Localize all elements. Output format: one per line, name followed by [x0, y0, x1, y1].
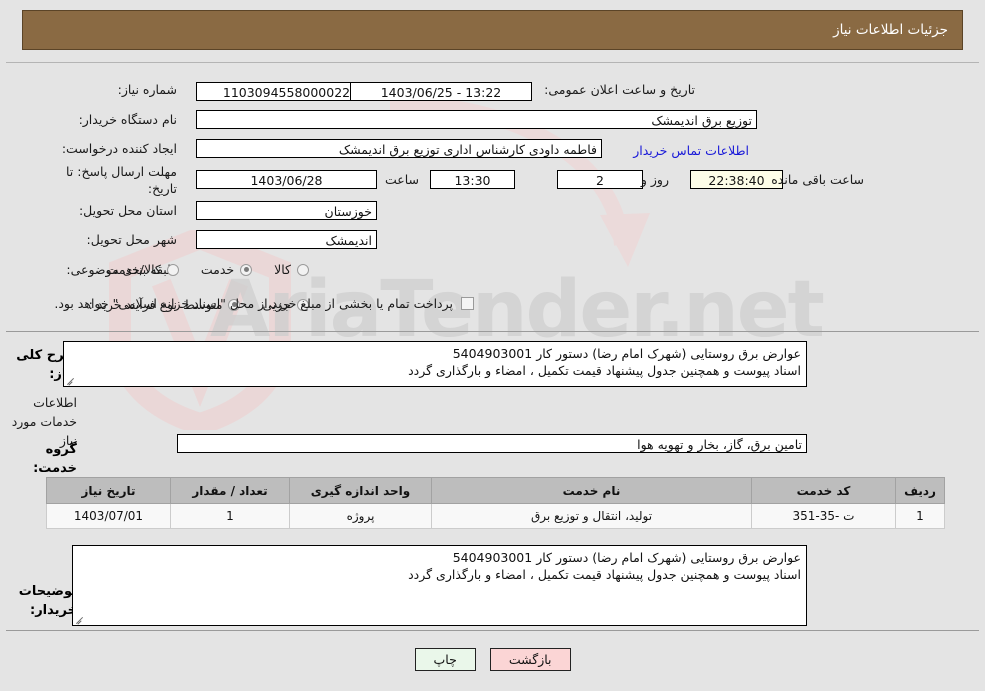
- radio-icon[interactable]: [166, 263, 179, 276]
- treasury-checkbox-row[interactable]: پرداخت تمام یا بخشی از مبلغ خرید،از محل …: [54, 296, 474, 311]
- table-row: 1 ت -35-351 تولید، انتقال و توزیع برق پر…: [46, 503, 945, 529]
- radio-icon[interactable]: [240, 263, 253, 276]
- category-radio-group: کالا خدمت کالا/خدمت: [84, 262, 309, 277]
- th-unit: واحد اندازه گیری: [289, 477, 432, 504]
- cell-service-code: ت -35-351: [751, 503, 896, 529]
- province-row: استان محل تحویل:: [57, 203, 177, 218]
- print-button[interactable]: چاپ: [414, 648, 476, 671]
- province-label: استان محل تحویل:: [78, 203, 177, 218]
- city-label: شهر محل تحویل:: [86, 232, 177, 247]
- need-number-row: شماره نیاز:: [57, 82, 177, 97]
- countdown-label: ساعت باقی مانده: [771, 172, 864, 187]
- cell-quantity: 1: [170, 503, 290, 529]
- page-header: جزئیات اطلاعات نیاز: [22, 10, 963, 50]
- service-group-label-wrap: گروه خدمت:: [0, 438, 77, 476]
- category-option-label: کالا: [274, 262, 291, 277]
- buyer-notes-textarea[interactable]: عوارض برق روستایی (شهرک امام رضا) دستور …: [72, 545, 807, 626]
- th-service-name: نام خدمت: [431, 477, 752, 504]
- deadline-row: مهلت ارسال پاسخ: تا تاریخ:: [37, 163, 177, 197]
- category-option-khedmat[interactable]: خدمت: [200, 262, 253, 277]
- description-line-2: اسناد پیوست و همچنین جدول پیشنهاد قیمت ت…: [408, 363, 801, 378]
- city-value: اندیمشک: [196, 230, 377, 249]
- treasury-checkbox[interactable]: [461, 297, 474, 310]
- public-announce-label: تاریخ و ساعت اعلان عمومی:: [544, 82, 695, 97]
- th-quantity: تعداد / مقدار: [170, 477, 290, 504]
- radio-icon[interactable]: [297, 263, 309, 276]
- description-line-1: عوارض برق روستایی (شهرک امام رضا) دستور …: [452, 346, 801, 361]
- creator-row: ایجاد کننده درخواست:: [57, 141, 177, 156]
- buyer-notes-label-wrap: توضیحات خریدار:: [0, 580, 77, 618]
- deadline-time-value: 13:30: [430, 170, 515, 189]
- table-header-row: ردیف کد خدمت نام خدمت واحد اندازه گیری ت…: [46, 477, 945, 504]
- creator-label: ایجاد کننده درخواست:: [61, 141, 177, 156]
- buyer-org-label: نام دستگاه خریدار:: [78, 112, 177, 127]
- cell-service-name: تولید، انتقال و توزیع برق: [431, 503, 752, 529]
- category-option-kala[interactable]: کالا: [274, 262, 309, 277]
- category-option-label: خدمت: [200, 262, 235, 277]
- action-button-bar: بازگشت چاپ: [0, 648, 985, 671]
- page-title: جزئیات اطلاعات نیاز: [833, 22, 948, 38]
- province-value: خوزستان: [196, 201, 377, 220]
- description-textarea[interactable]: عوارض برق روستایی (شهرک امام رضا) دستور …: [63, 341, 807, 387]
- buyer-notes-line-2: اسناد پیوست و همچنین جدول پیشنهاد قیمت ت…: [408, 567, 801, 582]
- th-row-no: ردیف: [895, 477, 945, 504]
- need-number-label: شماره نیاز:: [117, 82, 177, 97]
- deadline-hour-label: ساعت: [384, 172, 419, 187]
- creator-value: فاطمه داودی کارشناس اداری توزیع برق اندی…: [196, 139, 602, 158]
- buyer-org-value: توزیع برق اندیمشک: [196, 110, 757, 129]
- buyer-org-row: نام دستگاه خریدار:: [57, 112, 177, 127]
- cell-row-no: 1: [895, 503, 945, 529]
- service-group-value: تامین برق، گاز، بخار و تهویه هوا: [177, 434, 807, 453]
- category-option-label: کالا/خدمت: [106, 262, 161, 277]
- buyer-contact-link[interactable]: اطلاعات تماس خریدار: [633, 143, 749, 158]
- remaining-days-label: روز و: [640, 172, 669, 187]
- buyer-notes-line-1: عوارض برق روستایی (شهرک امام رضا) دستور …: [452, 550, 801, 565]
- resize-grip-icon[interactable]: [66, 375, 76, 385]
- remaining-days-value: 2: [557, 170, 643, 189]
- deadline-label: مهلت ارسال پاسخ: تا تاریخ:: [66, 164, 177, 196]
- cell-unit: پروژه: [289, 503, 432, 529]
- cell-need-date: 1403/07/01: [46, 503, 171, 529]
- city-row: شهر محل تحویل:: [57, 232, 177, 247]
- buyer-notes-label: توضیحات خریدار:: [18, 584, 77, 618]
- services-table: ردیف کد خدمت نام خدمت واحد اندازه گیری ت…: [46, 477, 945, 529]
- need-info-panel: [6, 62, 979, 332]
- public-announce-value: 13:22 - 1403/06/25: [350, 82, 532, 101]
- back-button[interactable]: بازگشت: [489, 648, 571, 671]
- deadline-date-value: 1403/06/28: [196, 170, 377, 189]
- service-group-label: گروه خدمت:: [33, 442, 77, 476]
- th-service-code: کد خدمت: [751, 477, 896, 504]
- treasury-checkbox-label: پرداخت تمام یا بخشی از مبلغ خرید،از محل …: [54, 296, 453, 311]
- resize-grip-icon[interactable]: [75, 614, 85, 624]
- page-root: AriaTender.net جزئیات اطلاعات نیاز شماره…: [0, 0, 985, 691]
- services-table-wrap: ردیف کد خدمت نام خدمت واحد اندازه گیری ت…: [46, 477, 945, 529]
- public-announce-row: تاریخ و ساعت اعلان عمومی:: [544, 82, 695, 97]
- category-option-kala-khedmat[interactable]: کالا/خدمت: [106, 262, 179, 277]
- th-need-date: تاریخ نیاز: [46, 477, 171, 504]
